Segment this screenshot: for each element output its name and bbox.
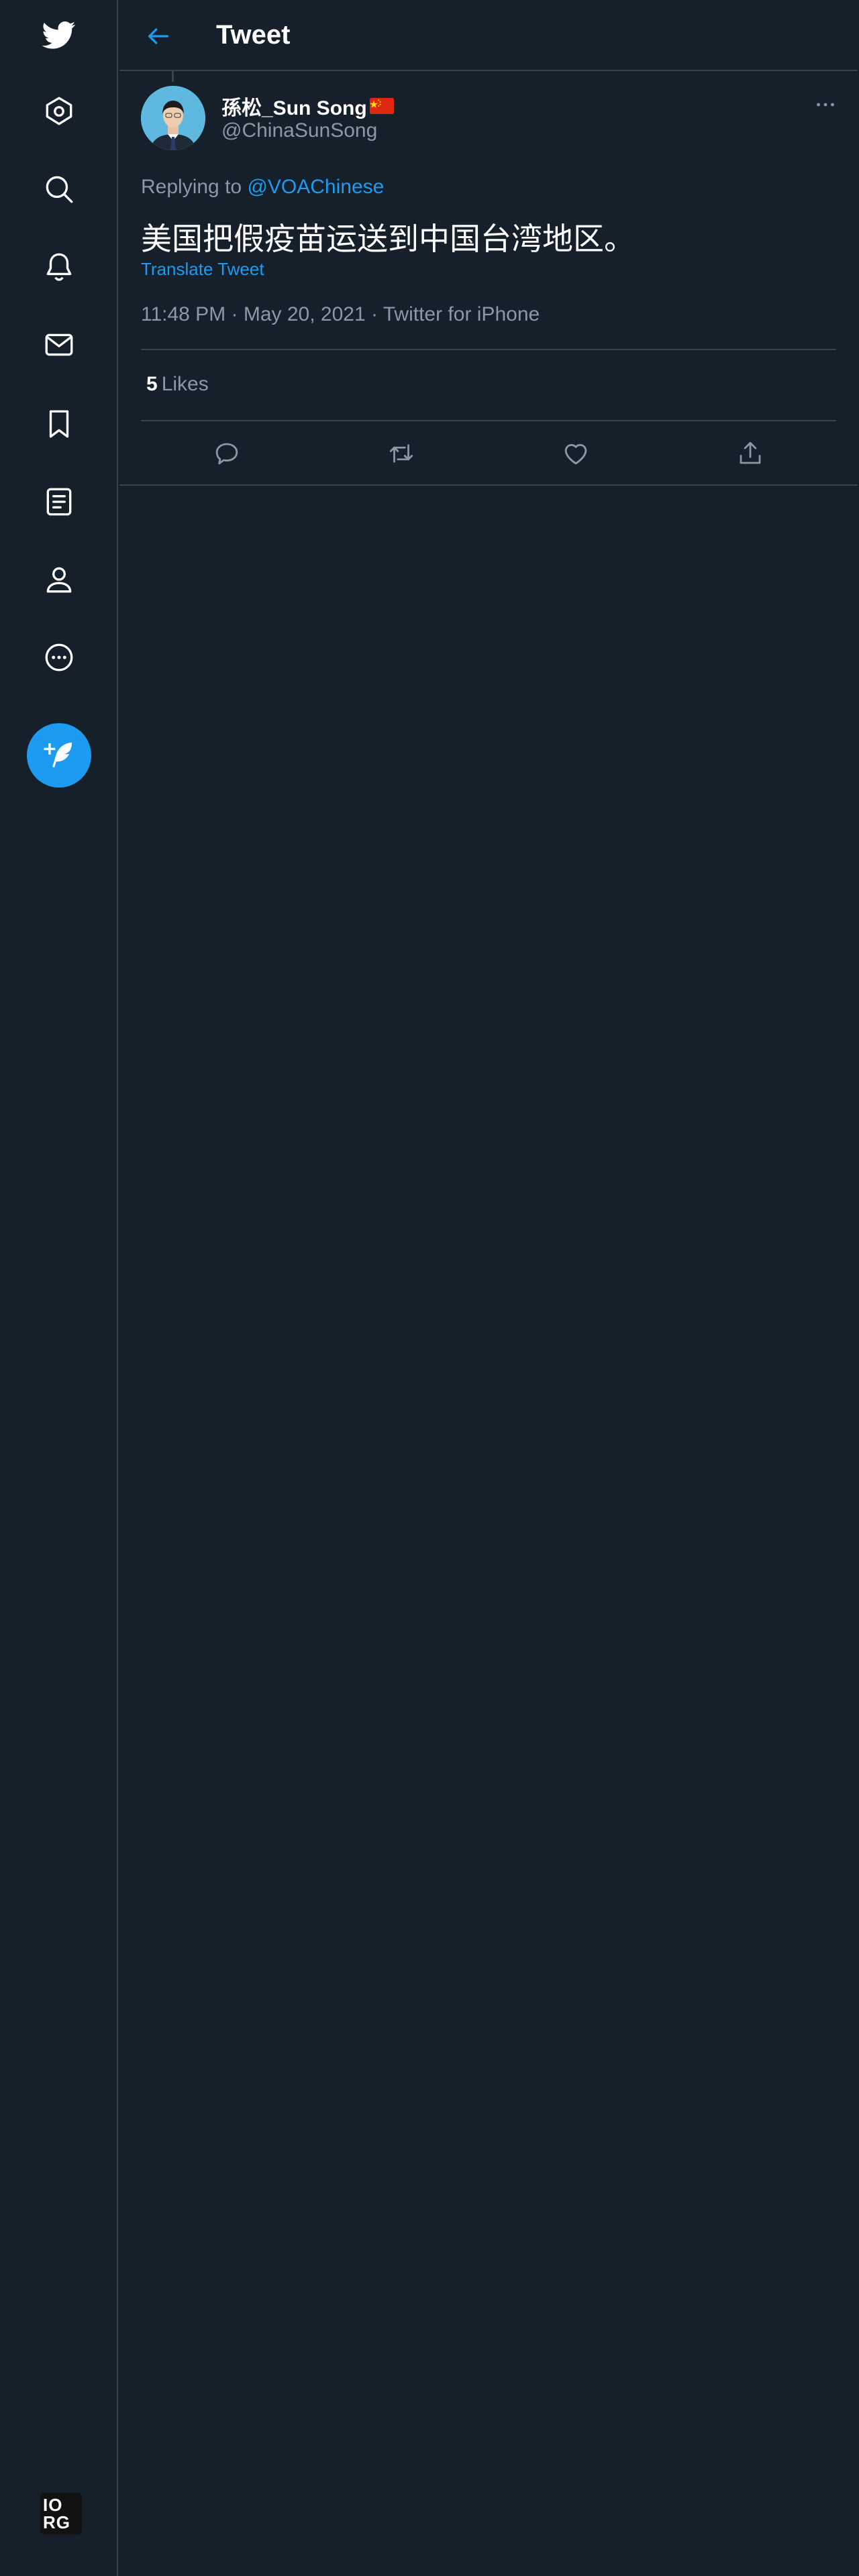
- retweet-button[interactable]: [384, 436, 419, 471]
- tweet-timestamp-source[interactable]: 11:48 PM · May 20, 2021 · Twitter for iP…: [141, 303, 540, 326]
- divider: [141, 349, 836, 350]
- retweet-icon: [389, 444, 413, 463]
- compose-tweet-button[interactable]: [27, 723, 91, 788]
- page-title: Tweet: [216, 20, 291, 50]
- share-icon: [740, 441, 761, 464]
- likes-stat[interactable]: 5 Likes: [146, 373, 209, 396]
- profile-icon[interactable]: [32, 553, 86, 606]
- china-flag-icon: [369, 98, 394, 114]
- main-column: Tweet 孫松_Sun Song @ChinaSunSong Replying…: [119, 0, 858, 2576]
- home-icon[interactable]: [32, 85, 86, 138]
- twitter-logo-icon[interactable]: [32, 8, 86, 62]
- tweet-more-button[interactable]: [811, 91, 840, 118]
- likes-label: Likes: [161, 373, 209, 395]
- replying-mention-link[interactable]: @VOAChinese: [247, 176, 384, 198]
- like-button[interactable]: [558, 436, 593, 471]
- ellipsis-icon: [817, 103, 834, 107]
- notifications-bell-icon[interactable]: [32, 240, 86, 294]
- back-arrow-icon: [148, 28, 168, 44]
- back-button[interactable]: [140, 17, 177, 55]
- page-header: Tweet: [119, 0, 858, 71]
- messages-mail-icon[interactable]: [32, 318, 86, 372]
- thread-connector: [172, 71, 174, 82]
- search-icon[interactable]: [32, 162, 86, 216]
- author-display-name[interactable]: 孫松_Sun Song: [221, 91, 394, 121]
- likes-count: 5: [146, 373, 158, 395]
- replying-prefix: Replying to: [141, 176, 242, 198]
- bookmarks-icon[interactable]: [32, 397, 86, 451]
- iorg-logo-line2: RG: [43, 2512, 70, 2532]
- heart-icon: [564, 443, 587, 465]
- replying-to: Replying to @VOAChinese: [141, 176, 384, 199]
- author-handle[interactable]: @ChinaSunSong: [221, 119, 377, 142]
- feather-plus-icon: [44, 742, 72, 767]
- divider: [141, 420, 836, 421]
- more-options-circle-icon[interactable]: [32, 631, 86, 684]
- side-navigation: IO RG: [0, 0, 118, 2576]
- iorg-logo: IO RG: [40, 2493, 82, 2534]
- tweet-actions: [141, 429, 836, 478]
- translate-tweet-link[interactable]: Translate Tweet: [141, 259, 264, 280]
- tweet-text: 美国把假疫苗运送到中国台湾地区。: [141, 221, 635, 257]
- reply-button[interactable]: [209, 436, 244, 471]
- reply-icon: [215, 443, 238, 465]
- iorg-logo-line1: IO: [43, 2495, 63, 2515]
- author-name-text: 孫松_Sun Song: [221, 97, 367, 119]
- lists-icon[interactable]: [32, 475, 86, 529]
- divider: [119, 484, 858, 486]
- avatar[interactable]: [141, 86, 205, 150]
- share-button[interactable]: [733, 436, 768, 471]
- app-window: IO RG Tweet 孫松_Sun Song @ChinaSunSong Re…: [0, 0, 859, 2576]
